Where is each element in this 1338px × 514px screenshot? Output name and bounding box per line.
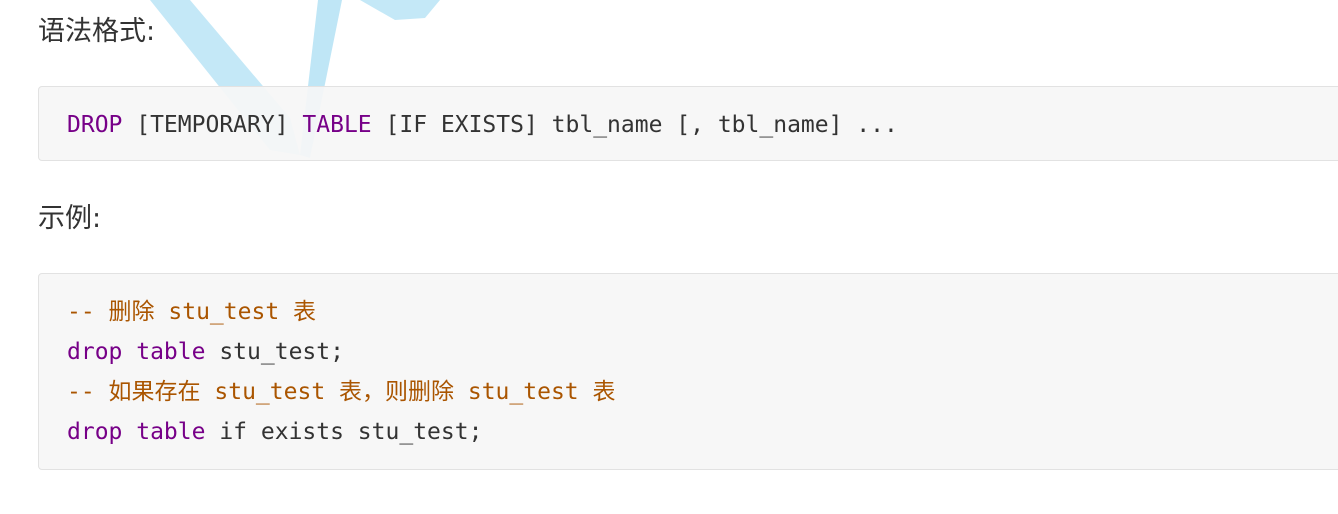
keyword-drop-table: drop table: [67, 419, 206, 445]
code-text: [IF EXISTS] tbl_name [, tbl_name] ...: [371, 112, 898, 138]
code-statement-line: drop table if exists stu_test;: [67, 412, 482, 452]
code-comment-line: -- 删除 stu_test 表: [67, 299, 317, 325]
code-text: [TEMPORARY]: [122, 112, 303, 138]
code-comment-line: -- 如果存在 stu_test 表，则删除 stu_test 表: [67, 379, 616, 405]
syntax-code-block: DROP [TEMPORARY] TABLE [IF EXISTS] tbl_n…: [38, 86, 1338, 161]
code-statement-line: drop table stu_test;: [67, 332, 344, 372]
example-heading: 示例:: [38, 203, 102, 234]
code-text: if exists stu_test;: [205, 419, 483, 445]
keyword-drop: DROP: [67, 112, 123, 138]
syntax-heading: 语法格式:: [38, 16, 156, 47]
syntax-code-line: DROP [TEMPORARY] TABLE [IF EXISTS] tbl_n…: [67, 105, 898, 145]
keyword-drop-table: drop table: [67, 339, 206, 365]
keyword-table: TABLE: [302, 112, 372, 138]
code-text: stu_test;: [205, 339, 344, 365]
example-code-block: -- 删除 stu_test 表 drop table stu_test; --…: [38, 273, 1338, 470]
